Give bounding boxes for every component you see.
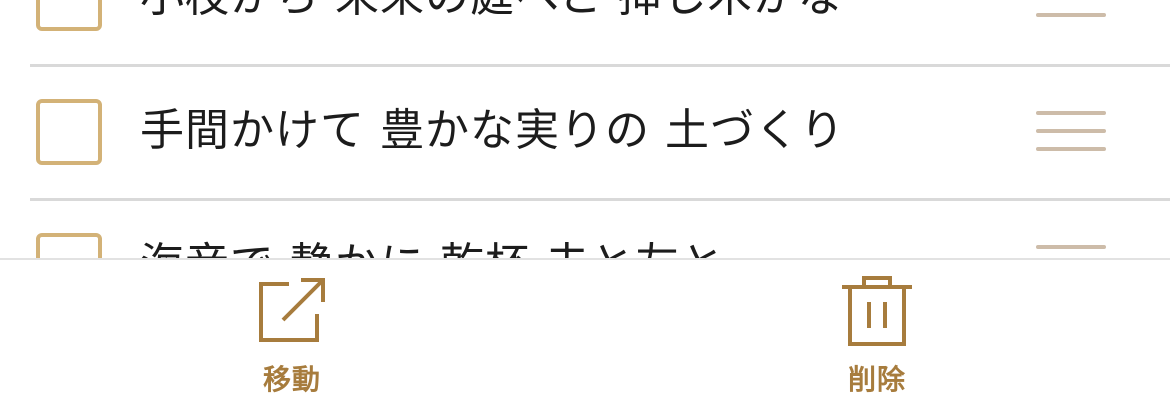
screen: 小枝から 未来の庭へと 挿し木かな 手間かけて 豊かな実りの 土づくり 海音で … [0,0,1170,401]
item-text: 海音で 静かに 乾杯 夫と友と [140,229,725,258]
item-text: 小枝から 未来の庭へと 挿し木かな [140,0,843,33]
drag-handle-icon[interactable] [1036,0,1106,19]
checkbox[interactable] [36,233,102,258]
drag-handle-icon[interactable] [1036,111,1106,153]
share-icon [259,278,325,342]
delete-label: 削除 [847,363,906,396]
drag-handle-icon[interactable] [1036,245,1106,258]
item-text: 手間かけて 豊かな実りの 土づくり [140,105,845,156]
list-item[interactable]: 海音で 静かに 乾杯 夫と友と [0,201,1170,258]
list-item[interactable]: 手間かけて 豊かな実りの 土づくり [0,67,1170,201]
checkbox[interactable] [36,99,102,165]
list-item[interactable]: 小枝から 未来の庭へと 挿し木かな [0,0,1170,67]
trash-icon [842,276,912,346]
checkbox[interactable] [36,0,102,31]
item-list: 小枝から 未来の庭へと 挿し木かな 手間かけて 豊かな実りの 土づくり 海音で … [0,0,1170,258]
move-button[interactable]: 移動 [212,270,372,398]
move-label: 移動 [262,363,321,396]
delete-button[interactable]: 削除 [797,270,957,398]
bottom-toolbar: 移動 削除 [0,258,1170,401]
